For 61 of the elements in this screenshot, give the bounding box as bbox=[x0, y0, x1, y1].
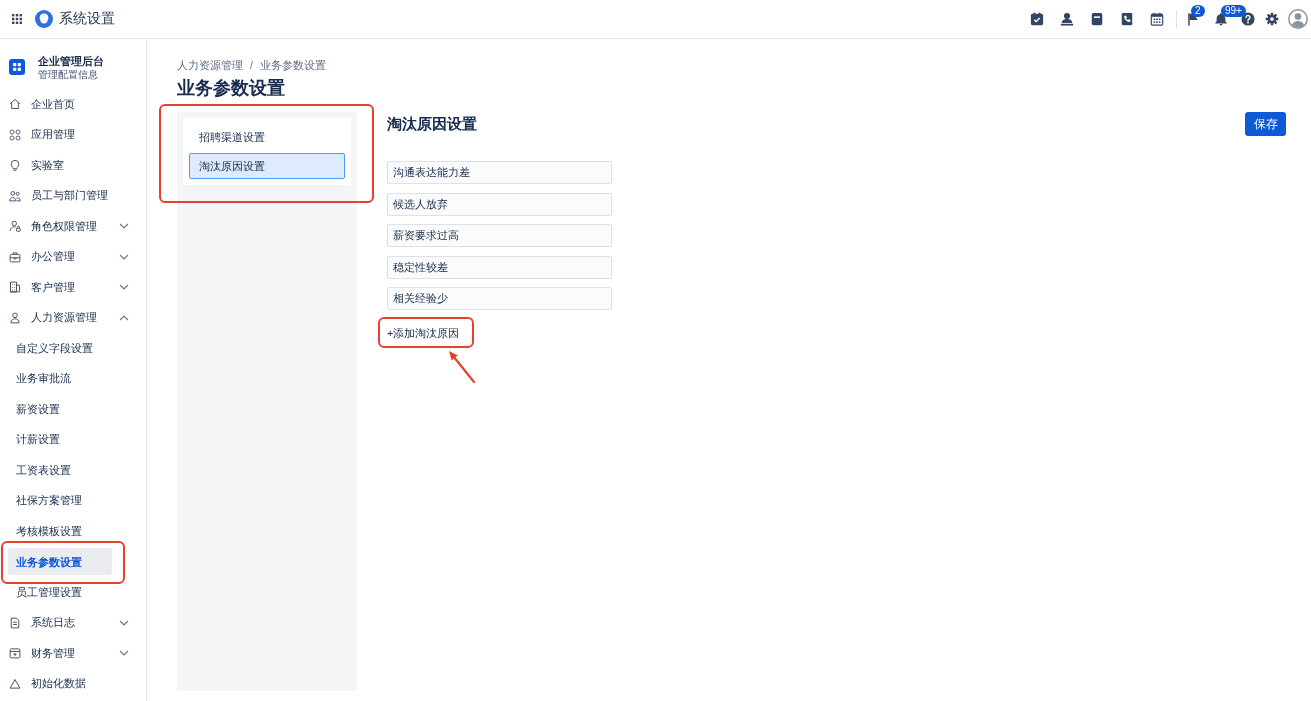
save-button[interactable]: 保存 bbox=[1245, 112, 1286, 136]
lightbulb-icon bbox=[9, 159, 21, 172]
user-lock-icon bbox=[9, 220, 21, 233]
page-title: 业务参数设置 bbox=[177, 77, 286, 100]
nav-item[interactable]: 财务管理 bbox=[0, 638, 146, 669]
building-icon bbox=[9, 281, 21, 294]
section-title: 淘汰原因设置 bbox=[387, 114, 477, 134]
nav-subitem[interactable]: 计薪设置 bbox=[8, 426, 112, 454]
nav-subitem[interactable]: 考核模板设置 bbox=[8, 517, 112, 545]
nav-item[interactable]: 角色权限管理 bbox=[0, 211, 146, 242]
calendar-check-icon[interactable] bbox=[1030, 12, 1044, 26]
settings-nav-item[interactable]: 淘汰原因设置 bbox=[189, 153, 345, 179]
nav-item[interactable]: 人力资源管理 bbox=[0, 302, 146, 333]
nav-subitem[interactable]: 业务参数设置 bbox=[8, 548, 112, 576]
wallet-icon bbox=[9, 647, 21, 660]
org-name: 企业管理后台 bbox=[38, 53, 104, 68]
avatar-icon[interactable] bbox=[1288, 9, 1308, 29]
calendar-icon[interactable] bbox=[1150, 12, 1164, 26]
logo-icon bbox=[35, 10, 53, 28]
breadcrumb-link[interactable]: 人力资源管理 bbox=[177, 58, 243, 72]
nav-item[interactable]: 初始化数据 bbox=[0, 668, 146, 699]
breadcrumb-current: 业务参数设置 bbox=[259, 58, 326, 72]
help-icon[interactable] bbox=[1241, 12, 1255, 26]
nav-subitem[interactable]: 业务审批流 bbox=[8, 365, 112, 393]
nav-item[interactable]: 办公管理 bbox=[0, 241, 146, 272]
nav-item[interactable]: 实验室 bbox=[0, 150, 146, 181]
nav-subitem[interactable]: 薪资设置 bbox=[8, 395, 112, 423]
nav-item[interactable]: 应用管理 bbox=[0, 119, 146, 150]
briefcase-icon bbox=[9, 250, 21, 263]
user-icon[interactable] bbox=[1060, 12, 1074, 26]
nav-item[interactable]: 客户管理 bbox=[0, 272, 146, 303]
add-reason-link[interactable]: +添加淘汰原因 bbox=[387, 325, 460, 341]
nav-item[interactable]: 系统日志 bbox=[0, 607, 146, 638]
reason-field[interactable]: 相关经验少 bbox=[387, 287, 612, 310]
user-icon bbox=[9, 311, 21, 324]
document-icon[interactable] bbox=[1090, 12, 1104, 26]
nav-item[interactable]: 员工与部门管理 bbox=[0, 180, 146, 211]
nav-subitem[interactable]: 员工管理设置 bbox=[8, 578, 112, 606]
settings-icon[interactable] bbox=[1265, 12, 1279, 26]
apps-menu-icon[interactable] bbox=[12, 14, 22, 24]
triangle-icon bbox=[9, 677, 21, 690]
reason-field[interactable]: 沟通表达能力差 bbox=[387, 161, 612, 184]
settings-nav-item[interactable]: 招聘渠道设置 bbox=[189, 124, 345, 150]
nav-item[interactable]: 企业首页 bbox=[0, 89, 146, 120]
home-icon bbox=[9, 98, 21, 111]
reason-field[interactable]: 薪资要求过高 bbox=[387, 224, 612, 247]
org-subtitle: 管理配置信息 bbox=[38, 67, 98, 81]
document-icon bbox=[9, 616, 21, 629]
apps-icon bbox=[9, 128, 21, 141]
phone-book-icon[interactable] bbox=[1120, 12, 1134, 26]
nav-subitem[interactable]: 自定义字段设置 bbox=[8, 334, 112, 362]
people-icon bbox=[9, 189, 21, 202]
org-logo-icon bbox=[9, 59, 25, 75]
breadcrumb-separator: / bbox=[250, 58, 253, 72]
app-title: 系统设置 bbox=[59, 10, 115, 28]
count-badge: 2 bbox=[1191, 5, 1205, 17]
nav-subitem[interactable]: 工资表设置 bbox=[8, 456, 112, 484]
reason-field[interactable]: 稳定性较差 bbox=[387, 255, 612, 279]
count-badge: 99+ bbox=[1221, 5, 1246, 17]
reason-field[interactable]: 候选人放弃 bbox=[387, 192, 612, 216]
nav-subitem[interactable]: 社保方案管理 bbox=[8, 487, 112, 515]
